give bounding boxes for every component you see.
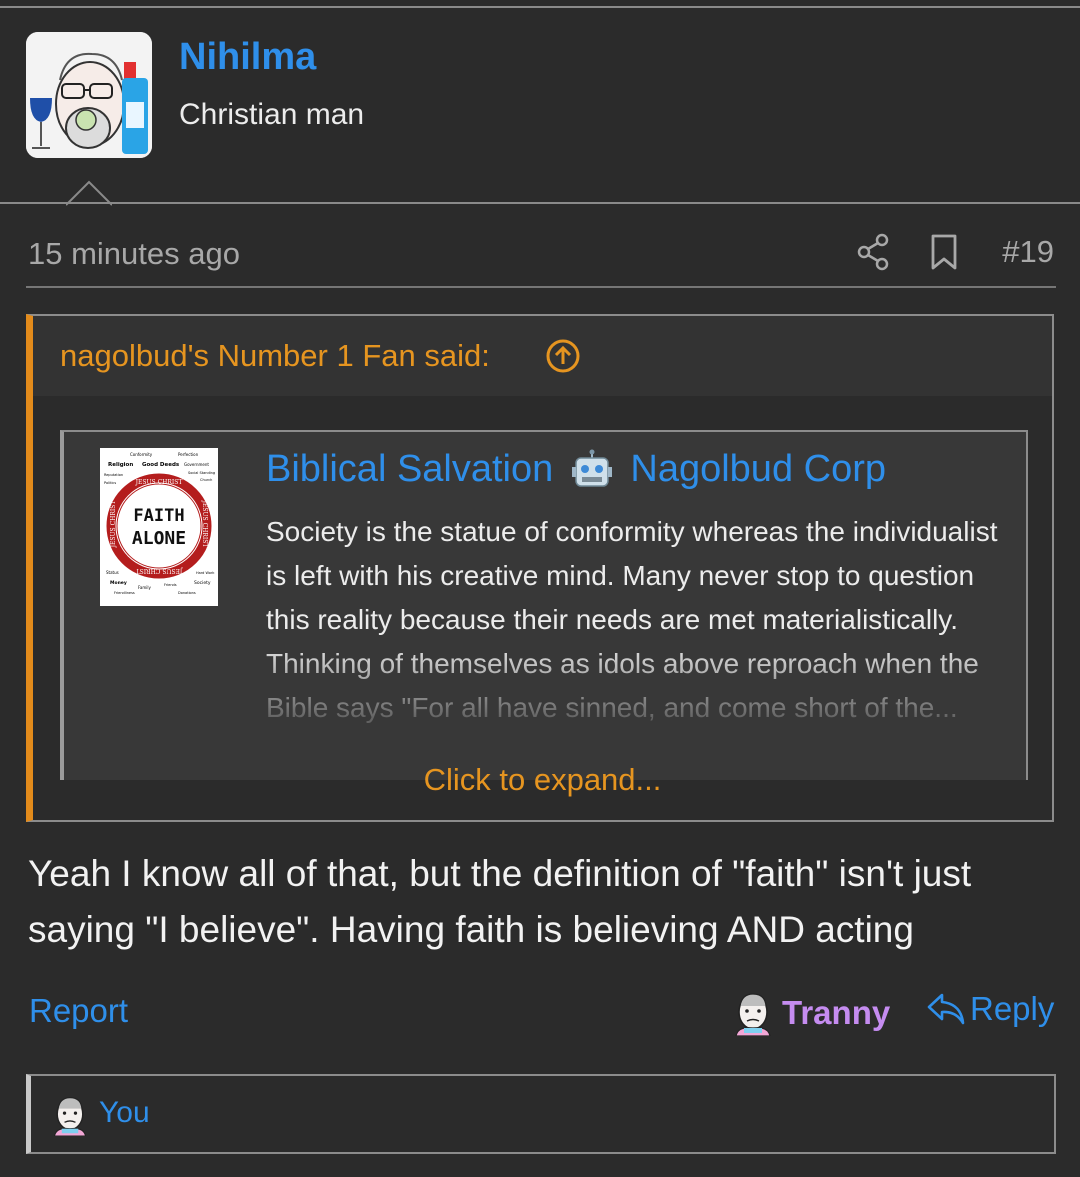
thumb-word: Status: [106, 570, 119, 575]
post-timestamp[interactable]: 15 minutes ago: [28, 236, 240, 272]
author-title: Christian man: [179, 98, 365, 131]
thumb-word: Politics: [104, 481, 116, 485]
thumb-word: Conformity: [130, 452, 153, 457]
thumb-word: Friendliness: [114, 591, 135, 595]
reaction-label[interactable]: Tranny: [782, 994, 890, 1032]
report-link[interactable]: Report: [29, 992, 128, 1030]
avatar-drawing: [26, 32, 152, 158]
robot-icon: [571, 449, 612, 487]
embed-thumbnail: Conformity Perfection Religion Good Deed…: [100, 448, 218, 606]
quote-header: nagolbud's Number 1 Fan said:: [33, 316, 1052, 396]
thumb-word: Government: [184, 462, 209, 467]
thumb-word: Perfection: [178, 452, 199, 457]
wojak-face-icon: [735, 993, 771, 1036]
wojak-face-icon: [53, 1097, 87, 1136]
embed-title-text[interactable]: Biblical Salvation: [266, 448, 553, 490]
reactions-summary-label[interactable]: You: [99, 1096, 150, 1130]
reply-arrow-icon: [927, 993, 965, 1025]
click-to-expand-link[interactable]: Click to expand...: [33, 762, 1052, 798]
thumb-faith: FAITH: [133, 506, 184, 526]
thumb-alone: ALONE: [132, 528, 186, 549]
thumb-word: Friends: [164, 583, 177, 587]
meta-divider: [26, 286, 1056, 288]
thumb-ring-top: JESUS CHRIST: [135, 479, 183, 486]
embed-fade: [64, 640, 1026, 780]
post-message: Yeah I know all of that, but the definit…: [28, 853, 972, 950]
reply-label[interactable]: Reply: [970, 990, 1054, 1028]
share-icon[interactable]: [856, 232, 892, 272]
thumb-ring-right: JESUS CHRIST: [201, 500, 208, 548]
reactions-summary[interactable]: You: [26, 1074, 1056, 1154]
embed-title[interactable]: Biblical Salvation Nagolbud Corp: [266, 448, 886, 493]
thumb-word: Hard Work: [196, 571, 215, 575]
thumb-word: Religion: [108, 462, 133, 468]
reaction-button[interactable]: Tranny: [730, 990, 890, 1036]
thumb-word: Society: [194, 580, 211, 586]
reply-button[interactable]: Reply: [926, 990, 1054, 1028]
thumb-ring-left: JESUS CHRIST: [110, 501, 117, 549]
thumb-word: Church: [200, 478, 212, 482]
post-number[interactable]: #19: [1002, 234, 1054, 270]
thumb-word: Donations: [178, 591, 196, 595]
arrow-up-circle-icon[interactable]: [545, 338, 581, 374]
header-divider: [0, 202, 1080, 204]
thumb-word: Money: [110, 580, 127, 586]
embed-site-name[interactable]: Nagolbud Corp: [630, 448, 886, 490]
thumb-word: Good Deeds: [142, 462, 180, 468]
user-avatar[interactable]: [26, 32, 152, 158]
thumb-word: Social Standing: [188, 471, 215, 475]
link-embed[interactable]: Conformity Perfection Religion Good Deed…: [60, 430, 1028, 780]
bookmark-icon[interactable]: [926, 232, 962, 272]
thumb-word: Reputation: [104, 473, 123, 477]
quote-block: nagolbud's Number 1 Fan said: Conformity…: [26, 314, 1054, 822]
post-author[interactable]: Nihilma: [179, 36, 316, 79]
faith-alone-image: Conformity Perfection Religion Good Deed…: [100, 448, 218, 606]
thumb-ring-bottom: JESUS CHRIST: [136, 567, 184, 574]
quote-attribution[interactable]: nagolbud's Number 1 Fan said:: [60, 338, 490, 374]
thumb-word: Family: [138, 585, 152, 590]
top-divider: [0, 0, 1080, 8]
